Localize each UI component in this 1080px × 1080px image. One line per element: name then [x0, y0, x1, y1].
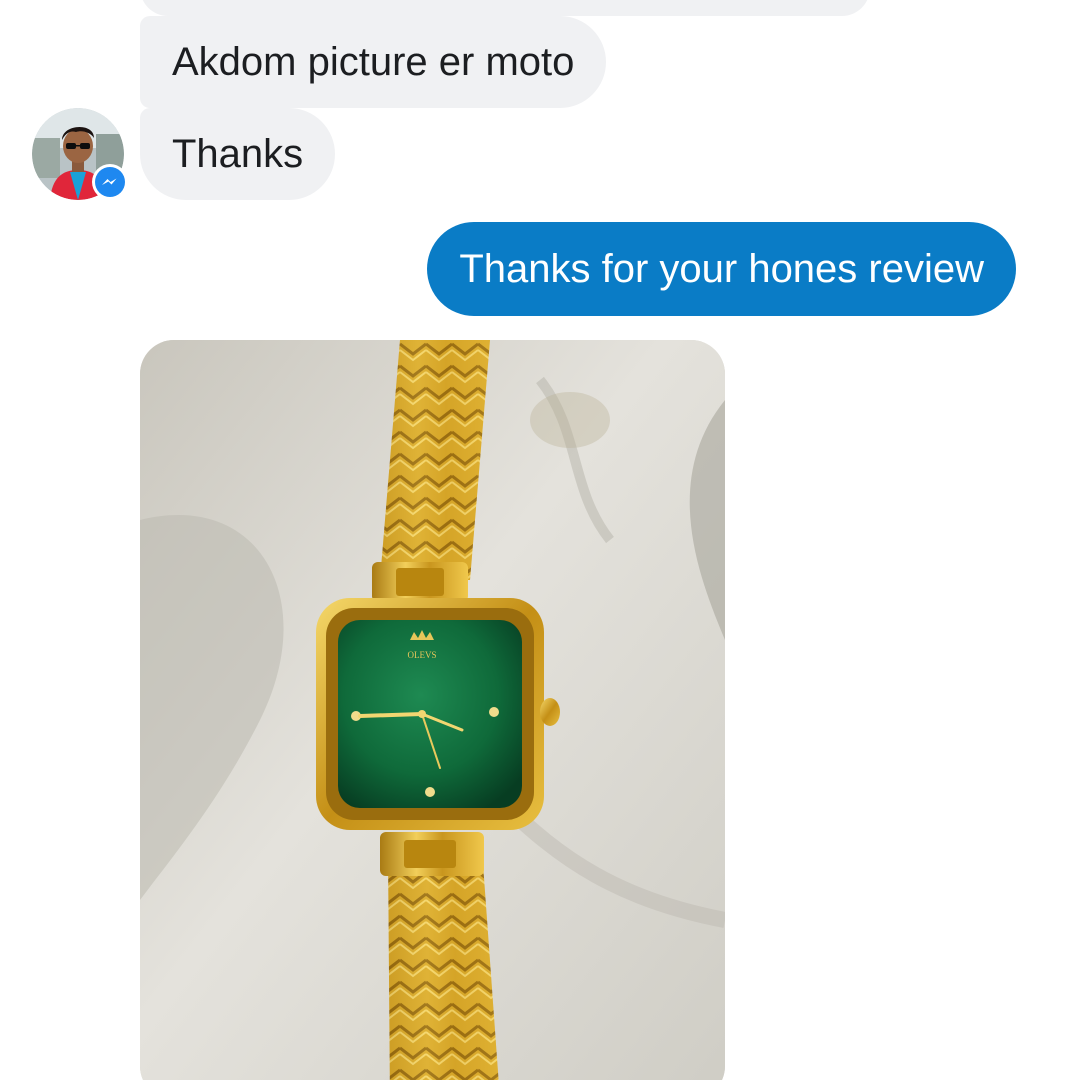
messenger-badge	[92, 164, 128, 200]
dial-brand: OLEVS	[408, 650, 437, 660]
chat-thread: Akdom picture er moto Thanks Thanks for …	[0, 0, 1080, 1080]
outgoing-message-bubble[interactable]: Thanks for your hones review	[427, 222, 1016, 316]
photo-message[interactable]: OLEVS	[140, 340, 725, 1080]
contact-avatar[interactable]	[32, 108, 128, 200]
message-text: Thanks	[172, 132, 304, 176]
incoming-message-bubble[interactable]: Thanks	[140, 108, 336, 200]
message-text: Akdom picture er moto	[172, 40, 575, 84]
incoming-message-bubble[interactable]: Akdom picture er moto	[140, 16, 607, 108]
message-text: Thanks for your hones review	[459, 246, 984, 291]
watch-photo: OLEVS	[140, 340, 725, 1080]
previous-message-bubble[interactable]	[140, 0, 870, 16]
messenger-icon	[95, 167, 125, 197]
